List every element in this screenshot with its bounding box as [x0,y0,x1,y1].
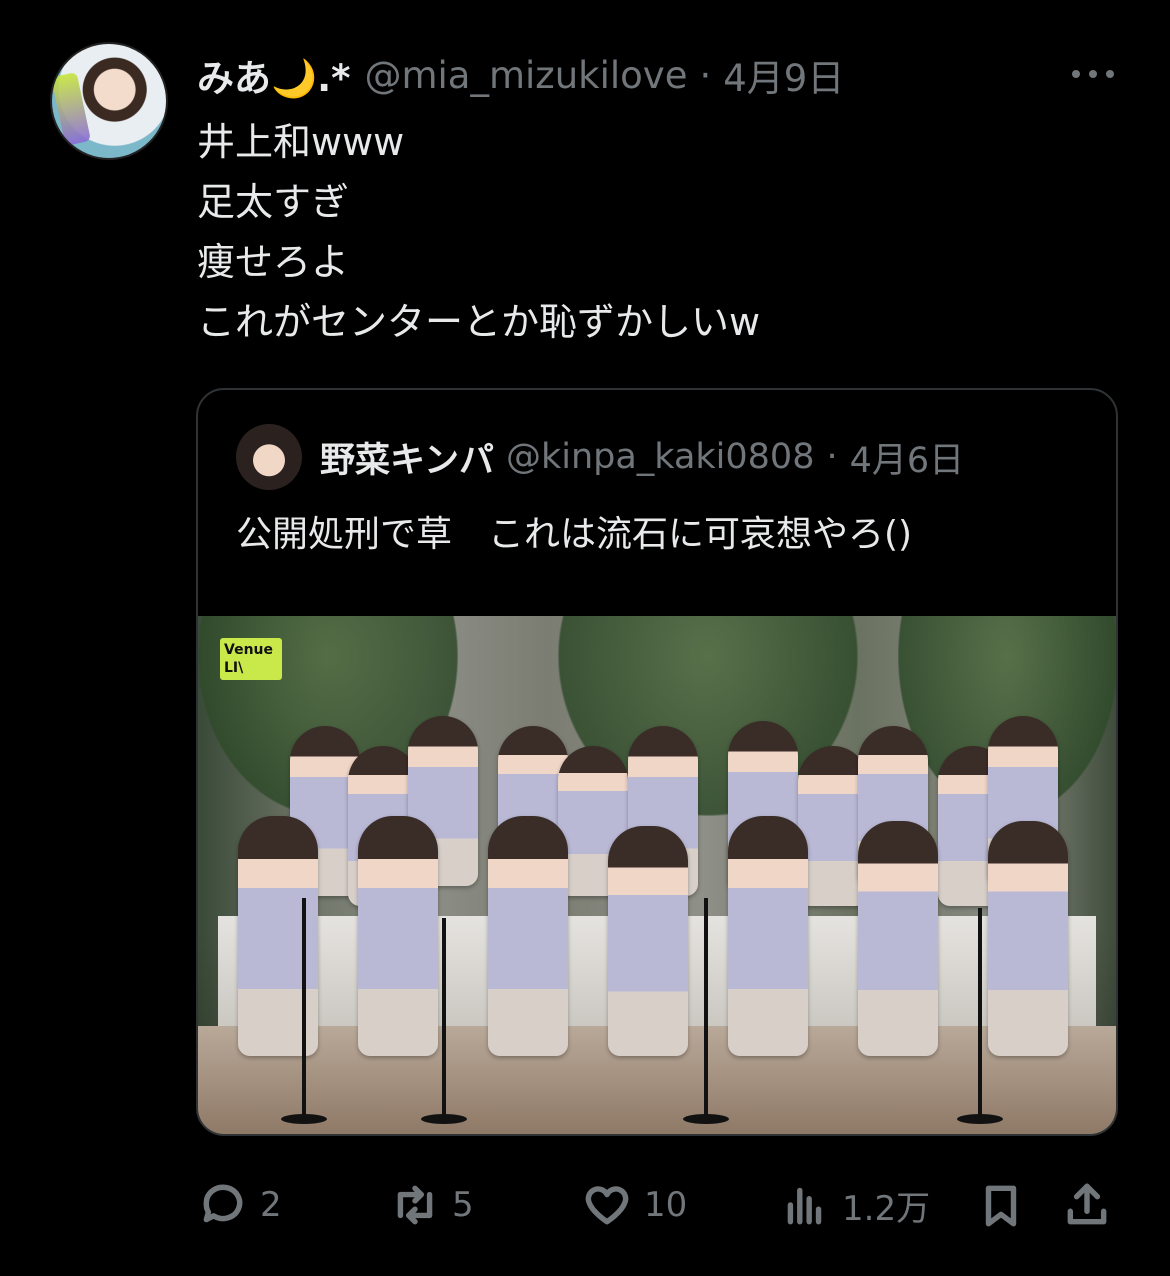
bookmark-icon [985,1185,1017,1227]
venue-badge: Venue LI\ [220,638,282,680]
mic-base [281,1114,327,1124]
tweet-header: みあ🌙.* @mia_mizukilove · 4月9日 [197,48,844,102]
bookmark-button[interactable] [976,1175,1026,1235]
tweet-text-line: これがセンターとか恥ずかしいw [197,300,761,344]
quoted-header-separator: · [826,437,838,477]
header-separator: · [699,53,712,97]
group-member [858,821,938,1056]
mic-stand [704,898,708,1118]
quoted-media-image[interactable]: Venue LI\ [198,616,1116,1134]
tweet-date[interactable]: 4月9日 [723,48,844,102]
quoted-date[interactable]: 4月6日 [850,432,965,483]
mic-stand [302,898,306,1118]
retweet-icon [397,1185,433,1225]
quoted-tweet[interactable]: 野菜キンパ @kinpa_kaki0808 · 4月6日 公開処刑で草 これは流… [196,388,1118,1136]
group-member [358,816,438,1056]
mic-base [957,1114,1003,1124]
group-member [238,816,318,1056]
quoted-handle[interactable]: @kinpa_kaki0808 [506,437,815,477]
reply-count: 2 [260,1185,282,1225]
mic-stand [442,918,446,1118]
group-member [728,816,808,1056]
quoted-display-name[interactable]: 野菜キンパ [320,432,494,483]
venue-badge-line: LI\ [224,660,244,676]
like-icon [585,1186,629,1225]
share-icon [1067,1183,1107,1225]
tweet-text: 井上和www 足太すぎ 痩せろよ これがセンターとか恥ずかしいw [197,112,760,352]
mic-base [421,1114,467,1124]
mic-stand [978,908,982,1118]
tweet: みあ🌙.* @mia_mizukilove · 4月9日 井上和www 足太すぎ… [0,0,1170,1276]
avatar-accent [52,72,91,146]
group-member [608,826,688,1056]
views-icon [787,1187,822,1225]
tweet-text-line: 足太すぎ [197,180,350,224]
author-display-name[interactable]: みあ🌙.* [197,48,350,102]
reply-icon [203,1184,243,1223]
quoted-author-avatar[interactable] [236,424,302,490]
quoted-tweet-text: 公開処刑で草 これは流石に可哀想やろ() [236,514,913,555]
more-icon[interactable] [1068,58,1118,90]
mic-base [683,1114,729,1124]
tweet-text-line: 井上和www [197,120,405,164]
author-avatar[interactable] [50,42,168,160]
venue-badge-line: Venue [224,642,273,658]
retweet-button[interactable]: 5 [390,1175,474,1235]
like-button[interactable]: 10 [582,1175,687,1235]
group-member [488,816,568,1056]
group-member [988,821,1068,1056]
tweet-text-line: 痩せろよ [197,240,350,284]
quoted-tweet-header: 野菜キンパ @kinpa_kaki0808 · 4月6日 [320,432,965,483]
action-bar: 2 5 10 1.2万 [190,1175,1130,1235]
author-handle[interactable]: @mia_mizukilove [364,54,687,97]
reply-button[interactable]: 2 [198,1175,282,1235]
retweet-count: 5 [452,1185,474,1225]
share-button[interactable] [1062,1175,1112,1235]
views-count: 1.2万 [842,1188,931,1229]
like-count: 10 [644,1185,688,1225]
views-button[interactable]: 1.2万 [780,1175,930,1235]
